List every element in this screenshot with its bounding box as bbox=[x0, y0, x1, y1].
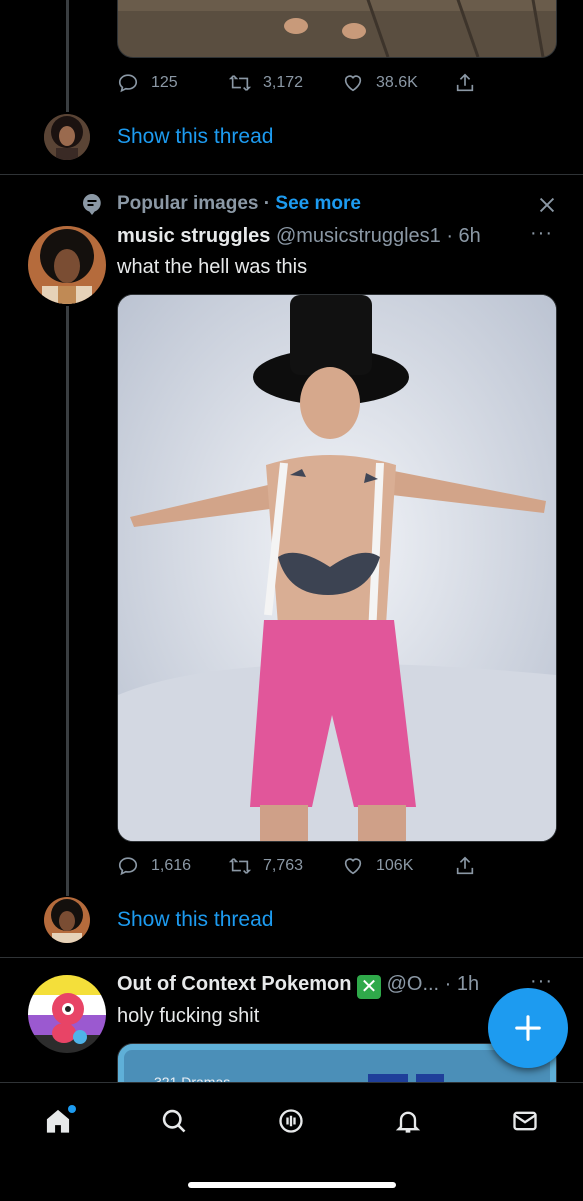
display-name[interactable]: music struggles bbox=[117, 225, 270, 247]
retweet-icon bbox=[229, 858, 251, 874]
compose-button[interactable] bbox=[488, 988, 568, 1068]
social-context: Popular images · See more bbox=[117, 193, 361, 215]
tab-notifications[interactable] bbox=[388, 1101, 428, 1141]
retweet-icon bbox=[229, 75, 251, 91]
tab-search[interactable] bbox=[154, 1101, 194, 1141]
share-button[interactable] bbox=[454, 72, 476, 94]
show-thread-link[interactable]: Show this thread bbox=[117, 125, 273, 149]
timestamp[interactable]: · 6h bbox=[446, 225, 480, 247]
thread-line bbox=[66, 0, 69, 112]
spaces-icon bbox=[279, 1109, 303, 1133]
like-count: 38.6K bbox=[376, 74, 418, 91]
tweet1-media[interactable] bbox=[117, 0, 557, 58]
tweet1-photo bbox=[118, 0, 556, 57]
tab-messages[interactable] bbox=[505, 1101, 545, 1141]
new-content-dot bbox=[68, 1105, 76, 1113]
avatar-image bbox=[28, 226, 106, 304]
tweet2-photo bbox=[118, 295, 556, 841]
reply-button[interactable]: 1,616 bbox=[117, 855, 191, 877]
divider bbox=[0, 957, 583, 958]
tweet-text: holy fucking shit bbox=[117, 1005, 260, 1027]
avatar[interactable] bbox=[44, 114, 90, 160]
reply-icon bbox=[118, 857, 138, 876]
avatar[interactable] bbox=[28, 975, 106, 1053]
like-button[interactable]: 106K bbox=[342, 855, 413, 877]
like-button[interactable]: 38.6K bbox=[342, 72, 418, 94]
retweet-count: 7,763 bbox=[263, 857, 304, 874]
reply-count: 1,616 bbox=[151, 857, 192, 874]
avatar-image bbox=[44, 897, 90, 943]
share-button[interactable] bbox=[454, 855, 476, 877]
heart-icon bbox=[344, 858, 362, 875]
tab-spaces[interactable] bbox=[271, 1101, 311, 1141]
avatar[interactable] bbox=[28, 226, 106, 304]
home-indicator bbox=[188, 1182, 396, 1188]
tweet1-actions: 125 3,172 38.6K bbox=[117, 68, 557, 98]
handle[interactable]: @O... bbox=[387, 973, 440, 995]
retweet-button[interactable]: 3,172 bbox=[229, 72, 303, 94]
tweet2-media[interactable] bbox=[117, 294, 557, 842]
reply-button[interactable]: 125 bbox=[117, 72, 178, 94]
topic-icon bbox=[83, 194, 101, 215]
share-icon bbox=[456, 856, 474, 875]
retweet-button[interactable]: 7,763 bbox=[229, 855, 303, 877]
timestamp[interactable]: · 1h bbox=[445, 973, 479, 995]
tweet2-actions: 1,616 7,763 106K bbox=[117, 851, 557, 881]
compose-plus-icon bbox=[515, 1015, 541, 1041]
context-label: Popular images bbox=[117, 193, 259, 214]
search-icon bbox=[162, 1109, 186, 1133]
bell-icon bbox=[395, 1111, 421, 1133]
avatar-image bbox=[28, 975, 106, 1053]
handle[interactable]: @musicstruggles1 bbox=[276, 225, 441, 247]
thread-line bbox=[66, 306, 69, 896]
show-thread-link[interactable]: Show this thread bbox=[117, 908, 273, 932]
avatar[interactable] bbox=[44, 897, 90, 943]
tweet-header: music struggles @musicstruggles1 · 6h bbox=[117, 225, 481, 248]
like-count: 106K bbox=[376, 857, 414, 874]
heart-icon bbox=[344, 75, 362, 92]
share-icon bbox=[456, 73, 474, 92]
tweet-text: what the hell was this bbox=[117, 256, 308, 278]
close-icon[interactable] bbox=[536, 194, 558, 216]
context-separator: · bbox=[263, 193, 271, 214]
avatar-image bbox=[44, 114, 90, 160]
reply-count: 125 bbox=[151, 74, 178, 91]
tweet-header: Out of Context Pokemon ✕ @O... · 1h bbox=[117, 973, 479, 999]
mail-icon bbox=[513, 1111, 537, 1131]
tab-home[interactable] bbox=[38, 1101, 78, 1141]
divider bbox=[0, 174, 583, 175]
verified-x-badge: ✕ bbox=[357, 975, 382, 999]
reply-icon bbox=[118, 74, 138, 93]
more-options-icon[interactable]: ··· bbox=[530, 222, 553, 245]
see-more-link[interactable]: See more bbox=[275, 193, 361, 214]
retweet-count: 3,172 bbox=[263, 74, 304, 91]
display-name[interactable]: Out of Context Pokemon bbox=[117, 973, 351, 995]
